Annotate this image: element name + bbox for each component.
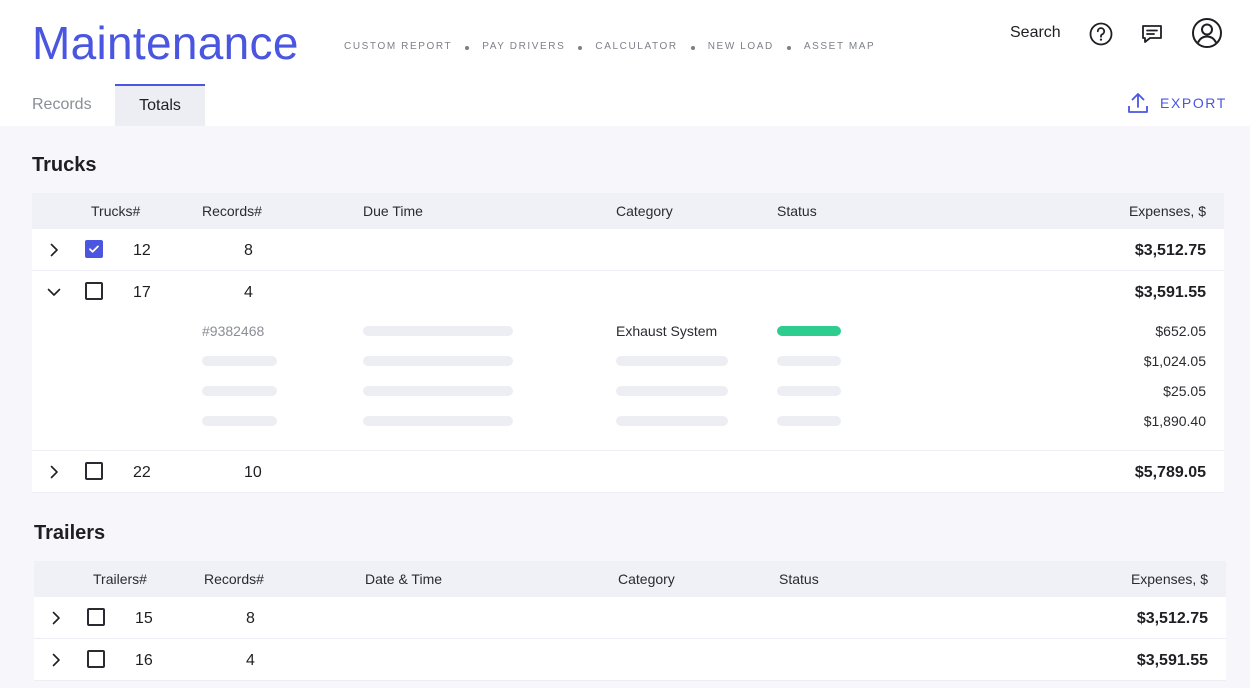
account-icon[interactable] — [1190, 16, 1224, 50]
row-checkbox[interactable] — [85, 462, 103, 480]
row-checkbox[interactable] — [87, 608, 105, 626]
chevron-down-icon[interactable] — [44, 282, 64, 302]
truck-number: 17 — [133, 284, 151, 301]
page-title: Maintenance — [32, 17, 299, 69]
due-time-placeholder — [363, 326, 513, 336]
chevron-right-icon[interactable] — [46, 650, 66, 670]
checkmark-icon — [89, 245, 99, 253]
row-checkbox[interactable] — [85, 240, 103, 258]
truck-number: 12 — [133, 242, 151, 259]
expenses-total: $3,591.55 — [1134, 284, 1206, 301]
trailers-section-title: Trailers — [34, 522, 106, 544]
status-placeholder — [777, 356, 841, 366]
row-checkbox[interactable] — [87, 650, 105, 668]
table-header: Trucks# Records# Due Time Category Statu… — [32, 193, 1224, 229]
expanded-record-details: #9382468 Exhaust System $652.05 $1,024.0… — [32, 313, 1224, 451]
table-row[interactable]: 17 4 $3,591.55 — [32, 271, 1224, 313]
detail-row[interactable]: $1,890.40 — [32, 406, 1224, 436]
nav-asset-map[interactable]: ASSET MAP — [804, 41, 875, 52]
records-count: 8 — [244, 242, 253, 259]
help-icon[interactable] — [1086, 19, 1116, 49]
nav-separator — [465, 45, 470, 50]
table-header: Trailers# Records# Date & Time Category … — [34, 561, 1226, 597]
record-id-placeholder — [202, 386, 277, 396]
column-header-trailers[interactable]: Trailers# — [93, 571, 147, 587]
column-header-expenses[interactable]: Expenses, $ — [1129, 203, 1206, 219]
upload-icon — [1128, 93, 1148, 113]
column-header-date-time[interactable]: Date & Time — [365, 571, 442, 587]
column-header-category[interactable]: Category — [616, 203, 673, 219]
record-amount: $25.05 — [1163, 383, 1206, 399]
category-placeholder — [616, 356, 728, 366]
category-placeholder — [616, 416, 728, 426]
trucks-section-title: Trucks — [32, 154, 97, 176]
detail-row[interactable]: #9382468 Exhaust System $652.05 — [32, 316, 1224, 346]
records-count: 4 — [246, 652, 255, 669]
record-id: #9382468 — [202, 323, 265, 339]
category-placeholder — [616, 386, 728, 396]
due-time-placeholder — [363, 356, 513, 366]
column-header-records[interactable]: Records# — [202, 203, 262, 219]
nav-separator — [786, 45, 791, 50]
record-amount: $1,024.05 — [1143, 353, 1206, 369]
expenses-total: $3,512.75 — [1134, 242, 1206, 259]
record-amount: $1,890.40 — [1143, 413, 1206, 429]
records-count: 4 — [244, 284, 253, 301]
column-header-status[interactable]: Status — [777, 203, 817, 219]
column-header-trucks[interactable]: Trucks# — [91, 203, 140, 219]
record-amount: $652.05 — [1155, 323, 1206, 339]
status-indicator — [777, 326, 841, 336]
detail-row[interactable]: $25.05 — [32, 376, 1224, 406]
nav-new-load[interactable]: NEW LOAD — [708, 41, 774, 52]
record-category: Exhaust System — [616, 323, 718, 339]
messages-icon[interactable] — [1137, 19, 1167, 49]
records-count: 8 — [246, 610, 255, 627]
detail-row[interactable]: $1,024.05 — [32, 346, 1224, 376]
tab-records[interactable]: Records — [32, 84, 94, 126]
trailers-table: Trailers# Records# Date & Time Category … — [34, 561, 1226, 681]
nav-separator — [690, 45, 695, 50]
column-header-due-time[interactable]: Due Time — [363, 203, 423, 219]
record-id-placeholder — [202, 356, 277, 366]
table-row[interactable]: 15 8 $3,512.75 — [34, 597, 1226, 639]
truck-number: 22 — [133, 464, 151, 481]
table-row[interactable]: 12 8 $3,512.75 — [32, 229, 1224, 271]
trucks-table: Trucks# Records# Due Time Category Statu… — [32, 193, 1224, 493]
column-header-records[interactable]: Records# — [204, 571, 264, 587]
nav-pay-drivers[interactable]: PAY DRIVERS — [482, 41, 565, 52]
column-header-status[interactable]: Status — [779, 571, 819, 587]
column-header-category[interactable]: Category — [618, 571, 675, 587]
nav-custom-report[interactable]: CUSTOM REPORT — [344, 41, 452, 52]
tab-totals[interactable]: Totals — [115, 84, 205, 126]
trailer-number: 15 — [135, 610, 153, 627]
nav-calculator[interactable]: CALCULATOR — [595, 41, 677, 52]
search-link[interactable]: Search — [1010, 24, 1061, 42]
due-time-placeholder — [363, 416, 513, 426]
due-time-placeholder — [363, 386, 513, 396]
main-content: Trucks Trucks# Records# Due Time Categor… — [0, 126, 1250, 688]
record-id-placeholder — [202, 416, 277, 426]
expenses-total: $5,789.05 — [1134, 464, 1206, 481]
top-bar: Maintenance CUSTOM REPORT PAY DRIVERS CA… — [0, 0, 1250, 126]
table-row[interactable]: 16 4 $3,591.55 — [34, 639, 1226, 681]
trailer-number: 16 — [135, 652, 153, 669]
row-checkbox[interactable] — [85, 282, 103, 300]
status-placeholder — [777, 416, 841, 426]
chevron-right-icon[interactable] — [44, 240, 64, 260]
column-header-expenses[interactable]: Expenses, $ — [1131, 571, 1208, 587]
expenses-total: $3,512.75 — [1136, 610, 1208, 627]
nav-separator — [578, 45, 583, 50]
expenses-total: $3,591.55 — [1136, 652, 1208, 669]
export-label: EXPORT — [1160, 95, 1227, 111]
export-button[interactable]: EXPORT — [1126, 91, 1227, 115]
chevron-right-icon[interactable] — [46, 608, 66, 628]
top-navigation: CUSTOM REPORT PAY DRIVERS CALCULATOR NEW… — [344, 41, 875, 52]
chevron-right-icon[interactable] — [44, 462, 64, 482]
status-placeholder — [777, 386, 841, 396]
records-count: 10 — [244, 464, 262, 481]
table-row[interactable]: 22 10 $5,789.05 — [32, 451, 1224, 493]
